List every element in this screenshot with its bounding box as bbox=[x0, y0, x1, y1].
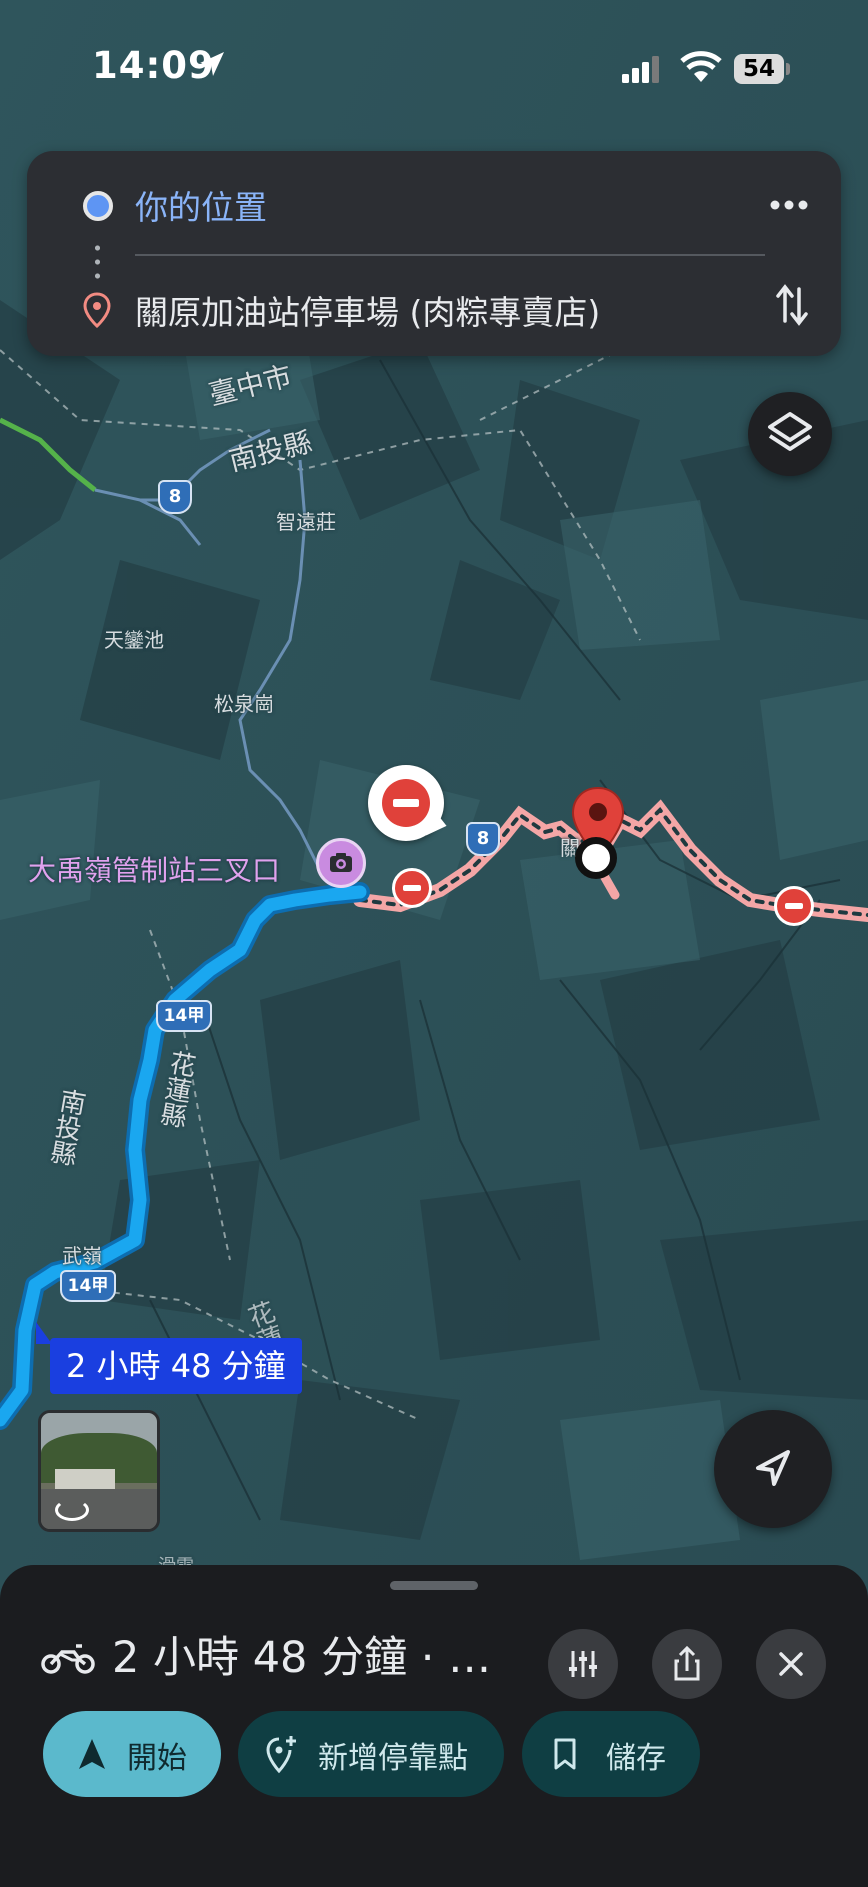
route-dots bbox=[95, 241, 100, 285]
share-button[interactable] bbox=[652, 1629, 722, 1699]
destination-pin-icon bbox=[83, 292, 111, 329]
street-view-thumbnail[interactable] bbox=[38, 1410, 160, 1532]
start-navigation-button[interactable]: 開始 bbox=[43, 1711, 221, 1797]
origin-dot-icon bbox=[83, 191, 113, 221]
route-eta-label[interactable]: 2 小時 48 分鐘 bbox=[50, 1338, 302, 1394]
field-divider bbox=[135, 254, 765, 256]
battery-tip bbox=[786, 63, 790, 75]
road-shield-14a-lower: 14甲 bbox=[60, 1270, 116, 1302]
battery-icon: 54 bbox=[734, 54, 784, 84]
add-stop-button[interactable]: 新增停靠點 bbox=[238, 1711, 504, 1797]
route-summary: 2 小時 48 分鐘 · 1... bbox=[112, 1633, 512, 1683]
wifi-icon bbox=[680, 51, 722, 82]
route-bottom-sheet: 2 小時 48 分鐘 · 1... 開始 新增停靠點 儲存 bbox=[0, 1565, 868, 1887]
road-closure-callout[interactable] bbox=[368, 765, 450, 841]
destination-field[interactable]: 關原加油站停車場 (肉粽專賣店) bbox=[135, 286, 600, 334]
motorcycle-icon bbox=[41, 1644, 95, 1674]
navigation-arrow-icon bbox=[756, 1450, 790, 1486]
destination-ring-icon bbox=[575, 837, 617, 879]
directions-card: 你的位置 關原加油站停車場 (肉粽專賣店) bbox=[27, 151, 841, 356]
road-shield-8-top: 8 bbox=[158, 480, 192, 514]
recenter-button[interactable] bbox=[714, 1410, 832, 1528]
sheet-drag-handle[interactable] bbox=[390, 1581, 478, 1590]
cellular-signal-icon bbox=[622, 56, 659, 83]
poi-camera-icon[interactable] bbox=[316, 838, 366, 888]
map-label-songquangang: 松泉崗 bbox=[214, 692, 274, 716]
save-label: 儲存 bbox=[606, 1741, 666, 1776]
start-label: 開始 bbox=[127, 1741, 187, 1776]
road-closure-icon[interactable] bbox=[774, 886, 814, 926]
share-icon bbox=[674, 1645, 700, 1681]
swap-icon[interactable] bbox=[775, 281, 809, 329]
location-arrow-icon bbox=[200, 52, 224, 76]
close-icon bbox=[779, 1652, 803, 1676]
add-location-icon bbox=[266, 1736, 296, 1774]
options-icon bbox=[569, 1651, 597, 1677]
layers-button[interactable] bbox=[748, 392, 832, 476]
road-closure-icon[interactable] bbox=[392, 868, 432, 908]
status-bar: 14:09 54 bbox=[0, 0, 868, 140]
map-label-wuling: 武嶺 bbox=[62, 1244, 102, 1268]
origin-field[interactable]: 你的位置 bbox=[135, 181, 267, 229]
poi-label[interactable]: 大禹嶺管制站三叉口 bbox=[28, 849, 280, 889]
road-shield-8-mid: 8 bbox=[466, 822, 500, 856]
layers-icon bbox=[768, 412, 812, 451]
route-options-button[interactable] bbox=[548, 1629, 618, 1699]
street-view-360-icon bbox=[55, 1499, 89, 1521]
navigation-arrow-icon bbox=[79, 1739, 105, 1769]
add-stop-label: 新增停靠點 bbox=[318, 1741, 468, 1776]
close-button[interactable] bbox=[756, 1629, 826, 1699]
more-icon[interactable] bbox=[769, 199, 809, 211]
bookmark-icon bbox=[554, 1738, 576, 1770]
road-closure-icon bbox=[382, 779, 430, 827]
map-label-zhiyuanzhuang: 智遠莊 bbox=[276, 510, 336, 534]
road-shield-14a-upper: 14甲 bbox=[156, 1000, 212, 1032]
map-label-tianluanchi: 天鑾池 bbox=[104, 628, 164, 652]
save-route-button[interactable]: 儲存 bbox=[522, 1711, 700, 1797]
